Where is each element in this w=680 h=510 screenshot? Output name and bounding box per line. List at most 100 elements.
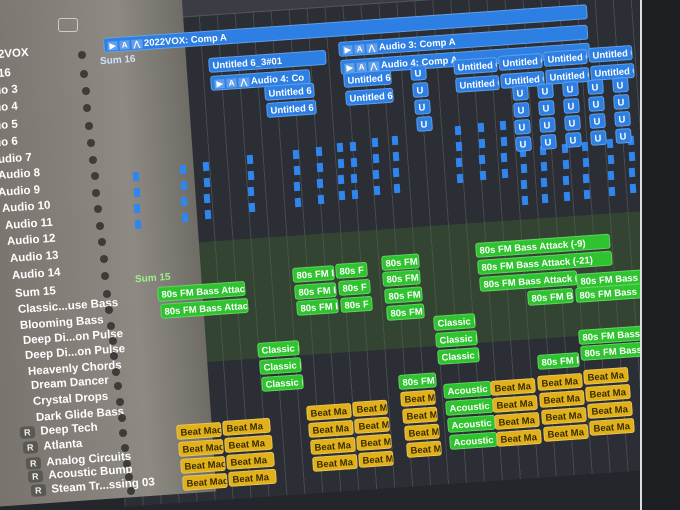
gain-segment[interactable] [454, 125, 462, 136]
gain-segment[interactable] [391, 135, 399, 146]
blue-region[interactable]: U [614, 110, 632, 127]
blue-region[interactable]: U [412, 81, 430, 98]
yellow-region[interactable]: Beat Ma [494, 411, 540, 430]
record-enable-button[interactable]: R [25, 456, 41, 470]
green-region[interactable]: 80s FM [386, 303, 425, 321]
gain-segment[interactable] [563, 175, 570, 186]
gain-segment[interactable] [181, 196, 188, 207]
yellow-region[interactable]: Beat Ma [400, 389, 436, 407]
yellow-region[interactable]: Beat Ma [543, 423, 589, 442]
gain-segment[interactable] [455, 141, 462, 152]
blue-region[interactable]: U [565, 131, 583, 148]
gain-segment[interactable] [134, 203, 141, 214]
track-header[interactable]: io 4 [0, 101, 18, 114]
gain-segment[interactable] [349, 141, 357, 152]
blue-region[interactable]: U [537, 82, 555, 99]
gain-segment[interactable] [181, 212, 189, 223]
blue-region[interactable]: U [512, 84, 530, 101]
green-region[interactable]: 80s FM B [537, 352, 580, 370]
green-region[interactable]: Classic El [257, 340, 300, 358]
blue-region[interactable]: U [540, 133, 558, 150]
track-on-off-icon[interactable] [115, 397, 124, 406]
track-on-off-icon[interactable] [81, 87, 90, 95]
gain-segment[interactable] [246, 154, 254, 165]
yellow-region[interactable]: Beat Ma [402, 406, 438, 424]
green-region[interactable]: 80s FM B [294, 282, 337, 300]
blue-region[interactable]: Untitled 6 [588, 44, 633, 63]
track-on-off-icon[interactable] [97, 238, 106, 246]
blue-region[interactable]: U [612, 76, 630, 93]
yellow-region[interactable]: Beat Mac [176, 421, 222, 440]
blue-region[interactable]: U [513, 101, 531, 118]
blue-region[interactable]: U [416, 115, 434, 132]
blue-region[interactable]: U [564, 114, 582, 131]
gain-segment[interactable] [350, 157, 357, 168]
record-enable-button[interactable]: R [22, 440, 38, 454]
gain-segment[interactable] [629, 167, 636, 178]
yellow-region[interactable]: Beat Mac [180, 455, 226, 474]
blue-region[interactable]: U [587, 78, 605, 95]
gain-segment[interactable] [316, 162, 323, 173]
blue-region[interactable]: U [589, 112, 607, 129]
gain-segment[interactable] [317, 178, 324, 189]
region-tool-icon[interactable]: ▶ [342, 45, 354, 55]
gain-segment[interactable] [456, 157, 463, 168]
yellow-region[interactable]: Beat Ma [492, 394, 538, 413]
blue-region[interactable]: U [515, 135, 533, 152]
gain-segment[interactable] [520, 163, 527, 174]
green-region[interactable]: 80s F [335, 261, 368, 279]
gain-segment[interactable] [372, 153, 379, 164]
gain-segment[interactable] [204, 193, 211, 204]
gain-segment[interactable] [293, 165, 300, 176]
blue-region[interactable]: U [539, 116, 557, 133]
green-region[interactable]: Classic El [259, 357, 302, 375]
record-enable-button[interactable]: R [30, 484, 46, 498]
region-tool-icon[interactable]: A [226, 78, 237, 88]
track-header[interactable]: io 5 [0, 119, 18, 132]
gain-segment[interactable] [479, 170, 487, 181]
yellow-region[interactable]: Beat Ma [541, 406, 587, 425]
yellow-region[interactable]: Beat Mac [178, 438, 224, 457]
green-region[interactable]: Classic El [437, 347, 480, 365]
gain-segment[interactable] [248, 186, 255, 197]
green-region[interactable]: 80s FM [398, 372, 437, 390]
track-on-off-icon[interactable] [88, 156, 97, 164]
green-region[interactable]: 80s FM B [296, 298, 339, 316]
track-header[interactable]: udio 7 [0, 152, 32, 166]
gain-segment[interactable] [202, 161, 210, 172]
gain-segment[interactable] [608, 186, 616, 197]
yellow-region[interactable]: Beat Ma [356, 433, 392, 451]
track-header[interactable]: io 3 [0, 84, 18, 97]
region-tool-icon[interactable]: ▶ [214, 79, 226, 89]
record-enable-button[interactable]: R [19, 426, 36, 440]
green-region[interactable]: Classic El [433, 313, 476, 331]
gain-segment[interactable] [392, 151, 399, 162]
green-region[interactable]: 80s F [340, 295, 373, 313]
gain-segment[interactable] [521, 195, 529, 206]
gain-segment[interactable] [132, 171, 140, 182]
gain-segment[interactable] [203, 177, 210, 188]
region-tool-icon[interactable]: A [354, 44, 365, 54]
blue-region[interactable]: U [588, 95, 606, 112]
gain-segment[interactable] [583, 189, 591, 200]
yellow-region[interactable]: Beat Ma [404, 423, 440, 441]
yellow-region[interactable]: Beat Ma [490, 377, 536, 396]
region-tool-icon[interactable]: ▶ [107, 41, 119, 51]
track-on-off-icon[interactable] [99, 255, 108, 263]
green-region[interactable]: 80s FM [382, 269, 421, 287]
gain-segment[interactable] [294, 181, 301, 192]
gain-segment[interactable] [179, 164, 187, 175]
gain-segment[interactable] [351, 173, 358, 184]
blue-region[interactable]: U [613, 93, 631, 110]
track-on-off-icon[interactable] [87, 139, 95, 147]
gain-segment[interactable] [562, 159, 569, 170]
track-on-off-icon[interactable] [105, 305, 113, 314]
yellow-region[interactable]: Beat Ma [312, 453, 358, 472]
yellow-region[interactable]: Beat Ma [583, 366, 629, 385]
green-region[interactable]: 80s FM B [292, 265, 335, 283]
gain-segment[interactable] [393, 183, 401, 194]
region-tool-icon[interactable]: ⋀ [366, 43, 378, 54]
yellow-region[interactable]: Beat Ma [589, 417, 635, 436]
yellow-region[interactable]: Beat Ma [354, 416, 390, 434]
region-tool-icon[interactable]: ⋀ [131, 39, 143, 50]
